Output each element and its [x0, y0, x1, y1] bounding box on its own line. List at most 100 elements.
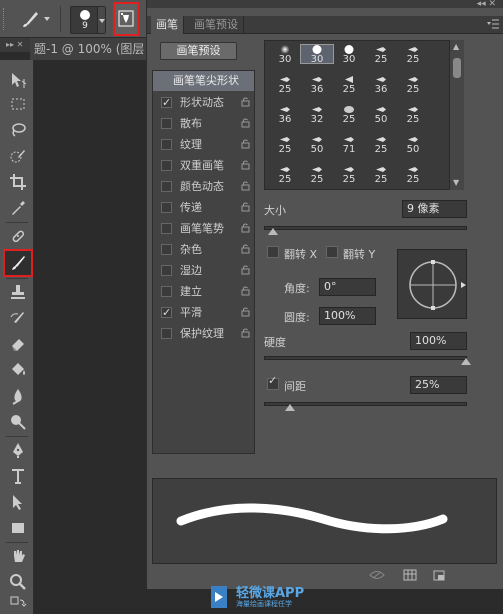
brush-setting-checkbox[interactable]: [161, 118, 172, 129]
brush-setting-item[interactable]: 画笔笔势: [153, 218, 254, 239]
brush-tip[interactable]: 32: [301, 105, 333, 125]
brush-setting-item[interactable]: 散布: [153, 113, 254, 134]
paint-bucket-tool-icon[interactable]: [5, 358, 31, 382]
scroll-up-icon[interactable]: ▲: [453, 42, 459, 51]
brush-tip[interactable]: 25: [397, 105, 429, 125]
brush-setting-item[interactable]: 传递: [153, 197, 254, 218]
lock-icon[interactable]: [241, 118, 250, 128]
brush-setting-checkbox[interactable]: [161, 244, 172, 255]
swap-colors-icon[interactable]: [5, 592, 31, 614]
lock-icon[interactable]: [241, 328, 250, 338]
lock-icon[interactable]: [241, 265, 250, 275]
brush-grid-scrollbar[interactable]: ▲ ▼: [449, 40, 464, 190]
brush-tip[interactable]: 25: [269, 165, 301, 185]
brush-presets-button[interactable]: 画笔预设: [160, 42, 237, 60]
toolbar-collapse-bar[interactable]: ▸▸ ✕: [0, 38, 30, 52]
angle-input[interactable]: 0°: [319, 278, 376, 296]
panel-collapse-close-icon[interactable]: ◂◂ ✕: [477, 0, 496, 9]
brush-tip[interactable]: 25: [333, 165, 365, 185]
move-tool-icon[interactable]: [5, 68, 31, 92]
lock-icon[interactable]: [241, 160, 250, 170]
lock-icon[interactable]: [241, 223, 250, 233]
brush-setting-checkbox[interactable]: [161, 181, 172, 192]
brush-tip[interactable]: 25: [301, 165, 333, 185]
document-tab[interactable]: 题-1 @ 100% (图层: [30, 38, 148, 60]
brush-setting-checkbox[interactable]: [161, 286, 172, 297]
brush-tip[interactable]: 25: [365, 45, 397, 65]
brush-setting-item[interactable]: 双重画笔: [153, 155, 254, 176]
marquee-tool-icon[interactable]: [5, 92, 31, 116]
brush-tip[interactable]: 25: [397, 45, 429, 65]
lock-icon[interactable]: [241, 307, 250, 317]
path-selection-tool-icon[interactable]: [5, 490, 31, 514]
spacing-input[interactable]: 25%: [410, 376, 467, 394]
rectangle-tool-icon[interactable]: [5, 516, 31, 540]
brush-tip[interactable]: 25: [397, 75, 429, 95]
lock-icon[interactable]: [241, 181, 250, 191]
toggle-brush-panel-button[interactable]: [113, 2, 139, 36]
brush-tip[interactable]: 50: [365, 105, 397, 125]
brush-setting-checkbox[interactable]: [161, 328, 172, 339]
flip-y-checkbox[interactable]: [326, 246, 338, 258]
brush-setting-checkbox[interactable]: [161, 223, 172, 234]
brush-tip[interactable]: 25: [333, 75, 365, 95]
brush-preset-picker[interactable]: 9: [70, 6, 106, 34]
eyedropper-tool-icon[interactable]: [5, 196, 31, 220]
size-input[interactable]: 9 像素: [402, 200, 467, 218]
options-grip[interactable]: [3, 8, 6, 30]
brush-tip[interactable]: 50: [301, 135, 333, 155]
hand-tool-icon[interactable]: [5, 544, 31, 568]
brush-setting-item[interactable]: 颜色动态: [153, 176, 254, 197]
hardness-slider[interactable]: [264, 356, 467, 360]
brush-tip[interactable]: 25: [365, 135, 397, 155]
clone-stamp-tool-icon[interactable]: [5, 280, 31, 304]
size-slider-thumb[interactable]: [268, 228, 278, 235]
brush-tip[interactable]: 30: [300, 44, 334, 65]
roundness-input[interactable]: 100%: [319, 307, 376, 325]
brush-tip[interactable]: 25: [397, 165, 429, 185]
angle-roundness-widget[interactable]: [397, 249, 467, 319]
spacing-checkbox[interactable]: [267, 374, 279, 390]
brush-tip[interactable]: 25: [333, 105, 365, 125]
brush-setting-item[interactable]: 平滑: [153, 302, 254, 323]
brush-tip[interactable]: 30: [269, 45, 301, 65]
brush-setting-item[interactable]: 纹理: [153, 134, 254, 155]
brush-setting-checkbox[interactable]: [161, 302, 172, 323]
grid-toggle-icon[interactable]: [403, 569, 417, 581]
brush-tip[interactable]: 36: [365, 75, 397, 95]
brush-tip[interactable]: 50: [397, 135, 429, 155]
brush-setting-item[interactable]: 湿边: [153, 260, 254, 281]
healing-brush-tool-icon[interactable]: [5, 224, 31, 248]
brush-tip[interactable]: 71: [333, 135, 365, 155]
lock-icon[interactable]: [241, 202, 250, 212]
spacing-slider-thumb[interactable]: [285, 404, 295, 411]
panel-titlebar[interactable]: ◂◂ ✕: [147, 0, 503, 9]
scrollbar-thumb[interactable]: [453, 58, 461, 78]
crop-tool-icon[interactable]: [5, 170, 31, 194]
eye-toggle-icon[interactable]: [369, 569, 385, 581]
scroll-down-icon[interactable]: ▼: [453, 178, 459, 187]
brush-tool-icon[interactable]: [3, 249, 33, 277]
brush-tip[interactable]: 25: [365, 165, 397, 185]
zoom-tool-icon[interactable]: [5, 570, 31, 594]
brush-setting-checkbox[interactable]: [161, 92, 172, 113]
history-brush-tool-icon[interactable]: [5, 306, 31, 330]
panel-menu-icon[interactable]: [486, 18, 500, 33]
new-preset-icon[interactable]: [432, 569, 446, 581]
eraser-tool-icon[interactable]: [5, 332, 31, 356]
brush-setting-item[interactable]: 形状动态: [153, 92, 254, 113]
brush-setting-item[interactable]: 保护纹理: [153, 323, 254, 344]
brush-tip[interactable]: 25: [269, 135, 301, 155]
brush-tip[interactable]: 36: [269, 105, 301, 125]
brush-tip[interactable]: 30: [333, 45, 365, 65]
pen-tool-icon[interactable]: [5, 438, 31, 462]
brush-setting-item[interactable]: 建立: [153, 281, 254, 302]
blur-tool-icon[interactable]: [5, 384, 31, 408]
lock-icon[interactable]: [241, 286, 250, 296]
lock-icon[interactable]: [241, 244, 250, 254]
brush-tip-shape-item[interactable]: 画笔笔尖形状: [153, 71, 254, 91]
brush-setting-checkbox[interactable]: [161, 265, 172, 276]
type-tool-icon[interactable]: [5, 464, 31, 488]
flip-x-checkbox[interactable]: [267, 246, 279, 258]
brush-tip[interactable]: 25: [269, 75, 301, 95]
